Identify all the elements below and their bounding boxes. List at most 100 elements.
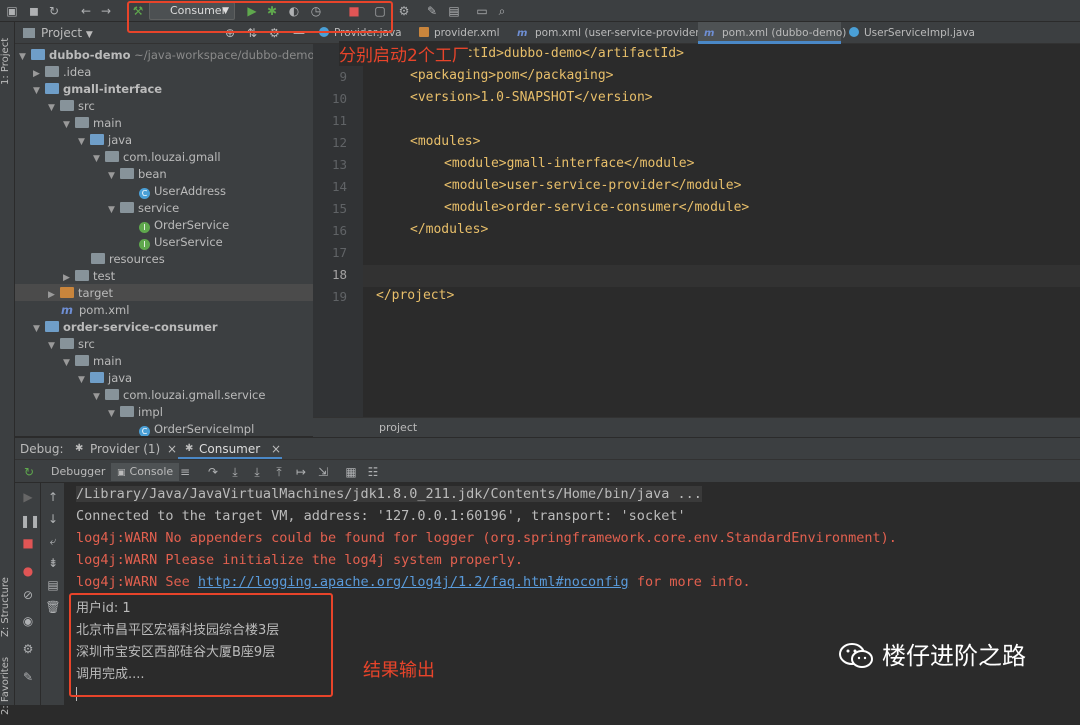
- line-number: 9: [339, 69, 347, 84]
- tab-userserviceimpl[interactable]: UserServiceImpl.java: [843, 22, 975, 44]
- structure-tool-label[interactable]: Z: Structure: [0, 567, 15, 647]
- favorites-tool-label[interactable]: 2: Favorites: [0, 647, 15, 725]
- folder-icon[interactable]: ▣: [4, 3, 20, 19]
- wechat-icon: [839, 643, 873, 668]
- tree-item-src-2[interactable]: ▼ src: [48, 336, 95, 353]
- columns-icon[interactable]: ☷: [365, 464, 381, 480]
- evaluate-icon[interactable]: ▦: [343, 464, 359, 480]
- line-number: 16: [331, 223, 347, 238]
- line-number: 19: [331, 289, 347, 304]
- search-icon[interactable]: ⌕: [494, 3, 510, 19]
- back-icon[interactable]: ←: [78, 3, 94, 19]
- scroll-down-icon[interactable]: ↓: [45, 511, 61, 527]
- console-left-toolbar: ↑ ↓ ⤶ ⇟ ▤ 🗑: [41, 483, 65, 705]
- rerun-icon[interactable]: ↻: [21, 464, 37, 480]
- code-line: </modules>: [410, 222, 489, 237]
- debug-label: Debug:: [20, 442, 64, 456]
- tree-item-idea[interactable]: ▶ .idea: [33, 64, 91, 81]
- scroll-to-end-icon[interactable]: ⇟: [45, 555, 61, 571]
- tree-item-resources[interactable]: resources: [91, 251, 165, 268]
- project-tool-label[interactable]: 1: Project: [0, 26, 15, 96]
- code-line: <module>user-service-provider</module>: [444, 178, 742, 193]
- gear-icon[interactable]: ⚙: [396, 3, 412, 19]
- tree-item-pom[interactable]: m pom.xml: [61, 302, 129, 319]
- project-panel-title[interactable]: Project: [41, 26, 82, 40]
- terminal-icon[interactable]: ▭: [474, 3, 490, 19]
- step-out-icon[interactable]: ⤒: [271, 464, 287, 480]
- interface-icon: I: [139, 239, 150, 250]
- scroll-up-icon[interactable]: ↑: [45, 489, 61, 505]
- tree-item-orderservice[interactable]: I OrderService: [139, 217, 229, 234]
- settings-icon[interactable]: ⚙: [20, 641, 36, 657]
- pause-icon[interactable]: ❚❚: [20, 513, 40, 529]
- tab-debug-provider[interactable]: Provider (1): [90, 438, 160, 460]
- frames-icon[interactable]: ≡: [177, 464, 193, 480]
- console-text: for more info.: [628, 574, 751, 590]
- mute-breakpoints-icon[interactable]: ⊘: [20, 587, 36, 603]
- forward-icon[interactable]: →: [98, 3, 114, 19]
- class-icon: C: [139, 188, 150, 199]
- print-icon[interactable]: ▤: [45, 577, 61, 593]
- line-number: 12: [331, 135, 347, 150]
- debug-left-toolbar: ▶ ❚❚ ■ ● ⊘ ◉ ⚙ ✎: [15, 483, 41, 705]
- sync-icon[interactable]: ↻: [46, 3, 62, 19]
- code-line: <module>order-service-consumer</module>: [444, 200, 750, 215]
- run-to-cursor-icon[interactable]: ↦: [293, 464, 309, 480]
- tab-console[interactable]: ▣ Console: [111, 463, 180, 481]
- tab-debugger[interactable]: Debugger: [45, 463, 111, 481]
- tree-item-main[interactable]: ▼ main: [63, 115, 122, 132]
- class-icon: C: [139, 426, 150, 436]
- tree-item-service[interactable]: ▼ service: [108, 200, 179, 217]
- tree-item-src[interactable]: ▼ src: [48, 98, 95, 115]
- trash-icon[interactable]: 🗑: [45, 599, 61, 615]
- tab-provider-debug-icon: ✱: [75, 443, 84, 454]
- pin-icon[interactable]: ✎: [20, 669, 36, 685]
- project-tree: ▼ dubbo-demo ~/java-workspace/dubbo-demo …: [15, 44, 313, 436]
- console-line: log4j:WARN See http://logging.apache.org…: [76, 574, 751, 590]
- tree-item-impl[interactable]: ▼ impl: [108, 404, 163, 421]
- save-icon[interactable]: ◼: [26, 3, 42, 19]
- line-number: 11: [331, 113, 347, 128]
- console-line: /Library/Java/JavaVirtualMachines/jdk1.8…: [76, 486, 702, 502]
- chevron-down-icon[interactable]: ▼: [86, 30, 93, 40]
- breadcrumb[interactable]: project: [313, 417, 1080, 437]
- drop-frame-icon[interactable]: ⇲: [315, 464, 331, 480]
- tree-item-userservice[interactable]: I UserService: [139, 234, 223, 251]
- resume-icon[interactable]: ▶: [20, 489, 36, 505]
- code-line: <module>gmall-interface</module>: [444, 156, 695, 171]
- tree-item-bean[interactable]: ▼ bean: [108, 166, 167, 183]
- tree-item-dubbo-demo[interactable]: ▼ dubbo-demo ~/java-workspace/dubbo-demo: [19, 47, 313, 64]
- breakpoints-icon[interactable]: ●: [20, 563, 36, 579]
- close-icon[interactable]: ×: [167, 438, 177, 460]
- tree-item-test[interactable]: ▶ test: [63, 268, 115, 285]
- tab-pom-user-service-provider[interactable]: m pom.xml (user-service-provider): [511, 22, 704, 44]
- line-gutter: 8 9 10 11 12 13 14 15 16 17 18 19: [313, 44, 363, 417]
- line-number: 14: [331, 179, 347, 194]
- wrench-icon[interactable]: ✎: [424, 3, 440, 19]
- annotation-box-output: [69, 593, 333, 697]
- tree-item-java[interactable]: ▼ java: [78, 132, 132, 149]
- tree-item-orderserviceimpl[interactable]: C OrderServiceImpl: [139, 421, 254, 436]
- console-text: log4j:WARN See: [76, 574, 198, 590]
- tree-item-target[interactable]: ▶ target: [48, 285, 113, 302]
- console-link[interactable]: http://logging.apache.org/log4j/1.2/faq.…: [198, 574, 629, 590]
- interface-icon: I: [139, 222, 150, 233]
- camera-icon[interactable]: ◉: [20, 613, 36, 629]
- tree-item-package[interactable]: ▼ com.louzai.gmall: [93, 149, 221, 166]
- project-structure-icon[interactable]: ▤: [446, 3, 462, 19]
- tab-pom-dubbo-demo[interactable]: m pom.xml (dubbo-demo): [698, 22, 846, 44]
- stop-icon[interactable]: ■: [20, 535, 36, 551]
- tree-item-package-2[interactable]: ▼ com.louzai.gmall.service: [93, 387, 265, 404]
- tab-console-label: Console: [129, 465, 174, 478]
- tree-item-java-2[interactable]: ▼ java: [78, 370, 132, 387]
- line-number: 17: [331, 245, 347, 260]
- tree-item-useraddress[interactable]: C UserAddress: [139, 183, 226, 200]
- step-over-icon[interactable]: ↷: [205, 464, 221, 480]
- tree-item-main-2[interactable]: ▼ main: [63, 353, 122, 370]
- step-into-icon[interactable]: ⤓: [227, 464, 243, 480]
- code-line: <packaging>pom</packaging>: [410, 68, 614, 83]
- force-step-icon[interactable]: ⤓: [249, 464, 265, 480]
- tree-item-gmall-interface[interactable]: ▼ gmall-interface: [33, 81, 162, 98]
- tree-item-order-service-consumer[interactable]: ▼ order-service-consumer: [33, 319, 218, 336]
- soft-wrap-icon[interactable]: ⤶: [45, 533, 61, 549]
